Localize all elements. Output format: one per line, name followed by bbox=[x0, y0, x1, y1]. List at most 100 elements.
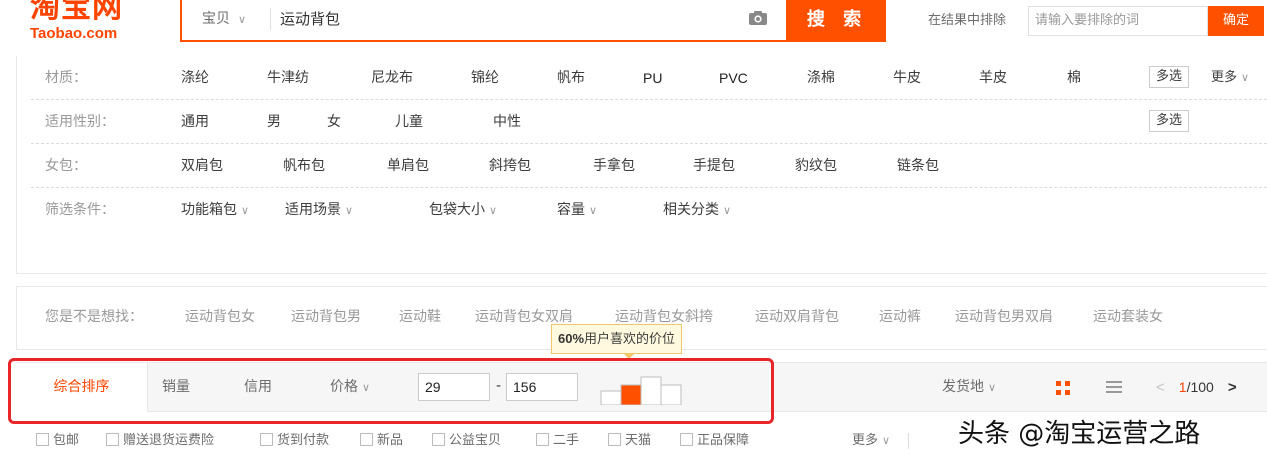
filter-row-gender: 适用性别： 通用 男 女 儿童 中性 多选 bbox=[31, 100, 1267, 144]
filter-option[interactable]: 帆布 bbox=[557, 56, 585, 100]
checkbox-icon bbox=[36, 433, 49, 446]
filter-label-conditions: 筛选条件： bbox=[45, 202, 115, 218]
filter-checkbox[interactable]: 二手 bbox=[536, 426, 579, 456]
filter-checkbox[interactable]: 赠送退货运费险 bbox=[106, 426, 214, 456]
filter-option[interactable]: 儿童 bbox=[395, 100, 423, 144]
exclude-label: 在结果中排除 bbox=[928, 13, 1007, 28]
search-button[interactable]: 搜 索 bbox=[788, 0, 886, 42]
page-total: /100 bbox=[1186, 379, 1214, 395]
filter-dropdown-label: 适用场景 bbox=[285, 202, 341, 218]
filter-option[interactable]: 尼龙布 bbox=[371, 56, 413, 100]
filter-option[interactable]: 中性 bbox=[493, 100, 521, 144]
filter-checkbox[interactable]: 包邮 bbox=[36, 426, 79, 456]
suggestion-label: 您是不是想找： bbox=[45, 309, 143, 325]
filter-checkbox[interactable]: 公益宝贝 bbox=[432, 426, 501, 456]
filter-checkbox[interactable]: 新品 bbox=[360, 426, 403, 456]
filter-dropdown[interactable]: 适用场景 ∨ bbox=[285, 188, 353, 233]
filter-dropdown[interactable]: 相关分类 ∨ bbox=[663, 188, 731, 233]
checkbox-icon bbox=[608, 433, 621, 446]
filter-checkbox[interactable]: 货到付款 bbox=[260, 426, 329, 456]
checkbox-icon bbox=[536, 433, 549, 446]
filter-panel: 材质： 涤纶 牛津纺 尼龙布 锦纶 帆布 PU PVC 涤棉 牛皮 羊皮 棉 多… bbox=[16, 56, 1267, 274]
checkbox-icon bbox=[106, 433, 119, 446]
search-type-dropdown[interactable]: 宝贝 ∨ bbox=[202, 0, 246, 40]
filter-option[interactable]: 女 bbox=[327, 100, 341, 144]
chevron-down-icon: ∨ bbox=[345, 204, 354, 217]
page-current: 1 bbox=[1178, 379, 1187, 395]
filter-label-material: 材质： bbox=[45, 70, 87, 86]
checkbox-label: 公益宝贝 bbox=[449, 433, 502, 448]
header: 淘宝网 Taobao.com 宝贝 ∨ 搜 索 在结果中排除 请输入要排除的词 确… bbox=[0, 0, 1267, 46]
filter-label-women-bag: 女包： bbox=[45, 158, 87, 174]
filter-dropdown-label: 包袋大小 bbox=[429, 202, 485, 218]
filter-option[interactable]: 锦纶 bbox=[471, 56, 499, 100]
filter-option[interactable]: 牛皮 bbox=[893, 56, 921, 100]
taobao-logo[interactable]: 淘宝网 Taobao.com bbox=[30, 0, 150, 42]
filter-option[interactable]: 涤棉 bbox=[807, 56, 835, 100]
more-options-button[interactable]: 更多 ∨ bbox=[1211, 56, 1249, 100]
checkbox-label: 二手 bbox=[553, 433, 580, 448]
filter-label-gender: 适用性别： bbox=[45, 114, 115, 130]
filter-option[interactable]: 帆布包 bbox=[283, 144, 325, 188]
filter-option[interactable]: 手拿包 bbox=[593, 144, 635, 188]
filter-option[interactable]: PVC bbox=[719, 56, 748, 100]
filter-option[interactable]: 涤纶 bbox=[181, 56, 209, 100]
filter-option[interactable]: 单肩包 bbox=[387, 144, 429, 188]
chevron-down-icon: ∨ bbox=[238, 13, 247, 26]
list-view-icon[interactable] bbox=[1106, 379, 1122, 395]
multi-select-button[interactable]: 多选 bbox=[1149, 110, 1190, 132]
filter-dropdown[interactable]: 容量 ∨ bbox=[557, 188, 597, 233]
filter-row-material: 材质： 涤纶 牛津纺 尼龙布 锦纶 帆布 PU PVC 涤棉 牛皮 羊皮 棉 多… bbox=[31, 56, 1267, 100]
suggestion-link[interactable]: 运动双肩背包 bbox=[755, 287, 839, 347]
chevron-down-icon: ∨ bbox=[489, 204, 498, 217]
filter-option[interactable]: 男 bbox=[267, 100, 281, 144]
filter-option[interactable]: 斜挎包 bbox=[489, 144, 531, 188]
filter-option[interactable]: 手提包 bbox=[693, 144, 735, 188]
suggestion-link[interactable]: 运动鞋 bbox=[399, 287, 441, 347]
filter-option[interactable]: 豹纹包 bbox=[795, 144, 837, 188]
filter-checkbox[interactable]: 天猫 bbox=[608, 426, 651, 456]
exclude-confirm-button[interactable]: 确定 bbox=[1208, 6, 1264, 36]
more-filters-label: 更多 bbox=[852, 433, 879, 448]
multi-select-button[interactable]: 多选 bbox=[1149, 66, 1190, 88]
filter-checkbox[interactable]: 正品保障 bbox=[680, 426, 749, 456]
more-filters-button[interactable]: 更多 ∨ bbox=[852, 426, 890, 456]
filter-option[interactable]: 链条包 bbox=[897, 144, 939, 188]
filter-option[interactable]: 牛津纺 bbox=[267, 56, 309, 100]
search-input[interactable] bbox=[280, 0, 720, 40]
checkbox-label: 赠送退货运费险 bbox=[123, 433, 215, 448]
price-tooltip: 60%用户喜欢的价位 bbox=[551, 324, 683, 354]
watermark-text: 头条 @淘宝运营之路 bbox=[958, 419, 1201, 449]
ship-from-dropdown[interactable]: 发货地 ∨ bbox=[942, 363, 996, 412]
filter-option[interactable]: 羊皮 bbox=[979, 56, 1007, 100]
filter-dropdown[interactable]: 包袋大小 ∨ bbox=[429, 188, 497, 233]
chevron-left-icon[interactable]: < bbox=[1156, 379, 1165, 396]
grid-view-icon[interactable] bbox=[1056, 381, 1070, 395]
chevron-down-icon: ∨ bbox=[241, 204, 250, 217]
suggestion-link[interactable]: 运动背包男 bbox=[291, 287, 361, 347]
filter-row-conditions: 筛选条件： 功能箱包 ∨ 适用场景 ∨ 包袋大小 ∨ 容量 ∨ 相关分类 ∨ bbox=[17, 188, 1267, 232]
filter-option[interactable]: 棉 bbox=[1067, 56, 1081, 100]
filter-row-women-bag: 女包： 双肩包 帆布包 单肩包 斜挎包 手拿包 手提包 豹纹包 链条包 bbox=[31, 144, 1267, 188]
chevron-down-icon: ∨ bbox=[882, 434, 891, 447]
checkbox-icon bbox=[680, 433, 693, 446]
suggestion-link[interactable]: 运动背包女 bbox=[185, 287, 255, 347]
more-label: 更多 bbox=[1211, 70, 1238, 85]
filter-option[interactable]: 通用 bbox=[181, 100, 209, 144]
checkbox-icon bbox=[432, 433, 445, 446]
suggestion-link[interactable]: 运动裤 bbox=[879, 287, 921, 347]
chevron-down-icon: ∨ bbox=[723, 204, 732, 217]
filter-option[interactable]: PU bbox=[643, 56, 662, 100]
exclude-input[interactable]: 请输入要排除的词 bbox=[1028, 6, 1208, 36]
chevron-right-icon[interactable]: > bbox=[1228, 379, 1237, 396]
filter-option[interactable]: 双肩包 bbox=[181, 144, 223, 188]
pager: <1/100 > bbox=[1156, 363, 1237, 412]
filter-dropdown-label: 功能箱包 bbox=[181, 202, 237, 218]
filter-dropdown[interactable]: 功能箱包 ∨ bbox=[181, 188, 249, 233]
checkbox-label: 包邮 bbox=[53, 433, 80, 448]
camera-icon[interactable] bbox=[748, 10, 768, 26]
chevron-down-icon: ∨ bbox=[988, 381, 997, 394]
checkbox-icon bbox=[360, 433, 373, 446]
suggestion-link[interactable]: 运动套装女 bbox=[1093, 287, 1163, 347]
suggestion-link[interactable]: 运动背包男双肩 bbox=[955, 287, 1053, 347]
